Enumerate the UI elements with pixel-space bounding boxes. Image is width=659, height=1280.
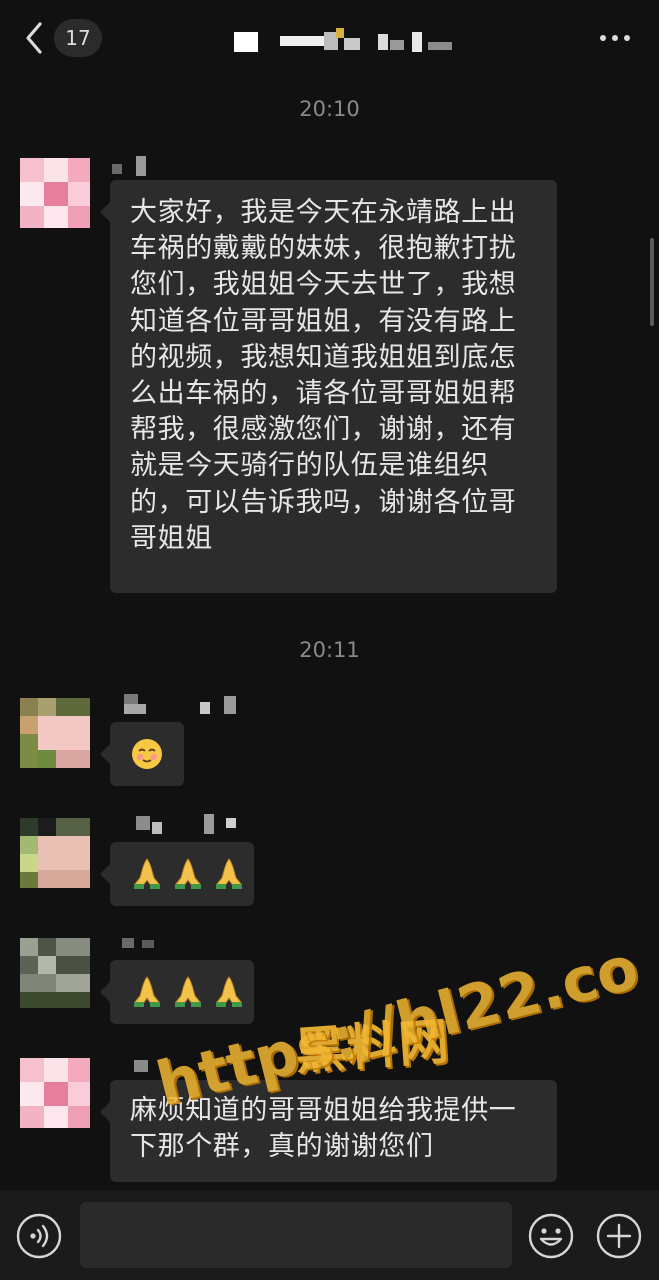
unread-count-badge[interactable]: 17 bbox=[54, 19, 102, 57]
folded-hands-emoji bbox=[216, 858, 243, 889]
more-functions-plus-icon[interactable] bbox=[595, 1212, 643, 1260]
sender-name-pixelated bbox=[112, 814, 242, 834]
message-text: 大家好，我是今天在永靖路上出 车祸的戴戴的妹妹，很抱歉打扰 您们，我姐姐今天去世… bbox=[130, 197, 517, 554]
back-icon[interactable] bbox=[18, 18, 54, 58]
emoji-row bbox=[110, 960, 254, 1008]
avatar[interactable] bbox=[20, 698, 90, 768]
avatar[interactable] bbox=[20, 938, 90, 1008]
folded-hands-emoji bbox=[216, 976, 243, 1007]
message-timestamp: 20:10 bbox=[299, 97, 360, 121]
emoji-picker-icon[interactable] bbox=[527, 1212, 575, 1260]
message-bubble[interactable]: 大家好，我是今天在永靖路上出 车祸的戴戴的妹妹，很抱歉打扰 您们，我姐姐今天去世… bbox=[100, 180, 557, 593]
folded-hands-emoji bbox=[134, 976, 160, 1007]
message-input-bar bbox=[0, 1190, 659, 1280]
sender-name-pixelated bbox=[112, 1056, 152, 1076]
avatar[interactable] bbox=[20, 158, 90, 228]
message-timestamp: 20:11 bbox=[299, 638, 360, 662]
voice-input-icon[interactable] bbox=[16, 1213, 62, 1259]
more-options-icon[interactable] bbox=[597, 24, 633, 52]
smiling-face-emoji bbox=[132, 739, 162, 769]
avatar[interactable] bbox=[20, 1058, 90, 1128]
sender-name-pixelated bbox=[112, 156, 152, 176]
emoji-row bbox=[110, 842, 254, 890]
chat-header: 17 bbox=[0, 0, 659, 76]
sender-name-pixelated bbox=[112, 694, 242, 714]
sender-name-pixelated bbox=[112, 934, 172, 954]
folded-hands-emoji bbox=[175, 976, 202, 1007]
message-bubble[interactable] bbox=[100, 722, 184, 786]
avatar[interactable] bbox=[20, 818, 90, 888]
message-bubble[interactable] bbox=[100, 960, 254, 1024]
message-bubble[interactable] bbox=[100, 842, 254, 906]
folded-hands-emoji bbox=[175, 858, 202, 889]
chat-title-pixelated bbox=[232, 26, 462, 54]
message-input[interactable] bbox=[80, 1202, 512, 1268]
folded-hands-emoji bbox=[134, 858, 160, 889]
scrollbar[interactable] bbox=[650, 238, 654, 326]
